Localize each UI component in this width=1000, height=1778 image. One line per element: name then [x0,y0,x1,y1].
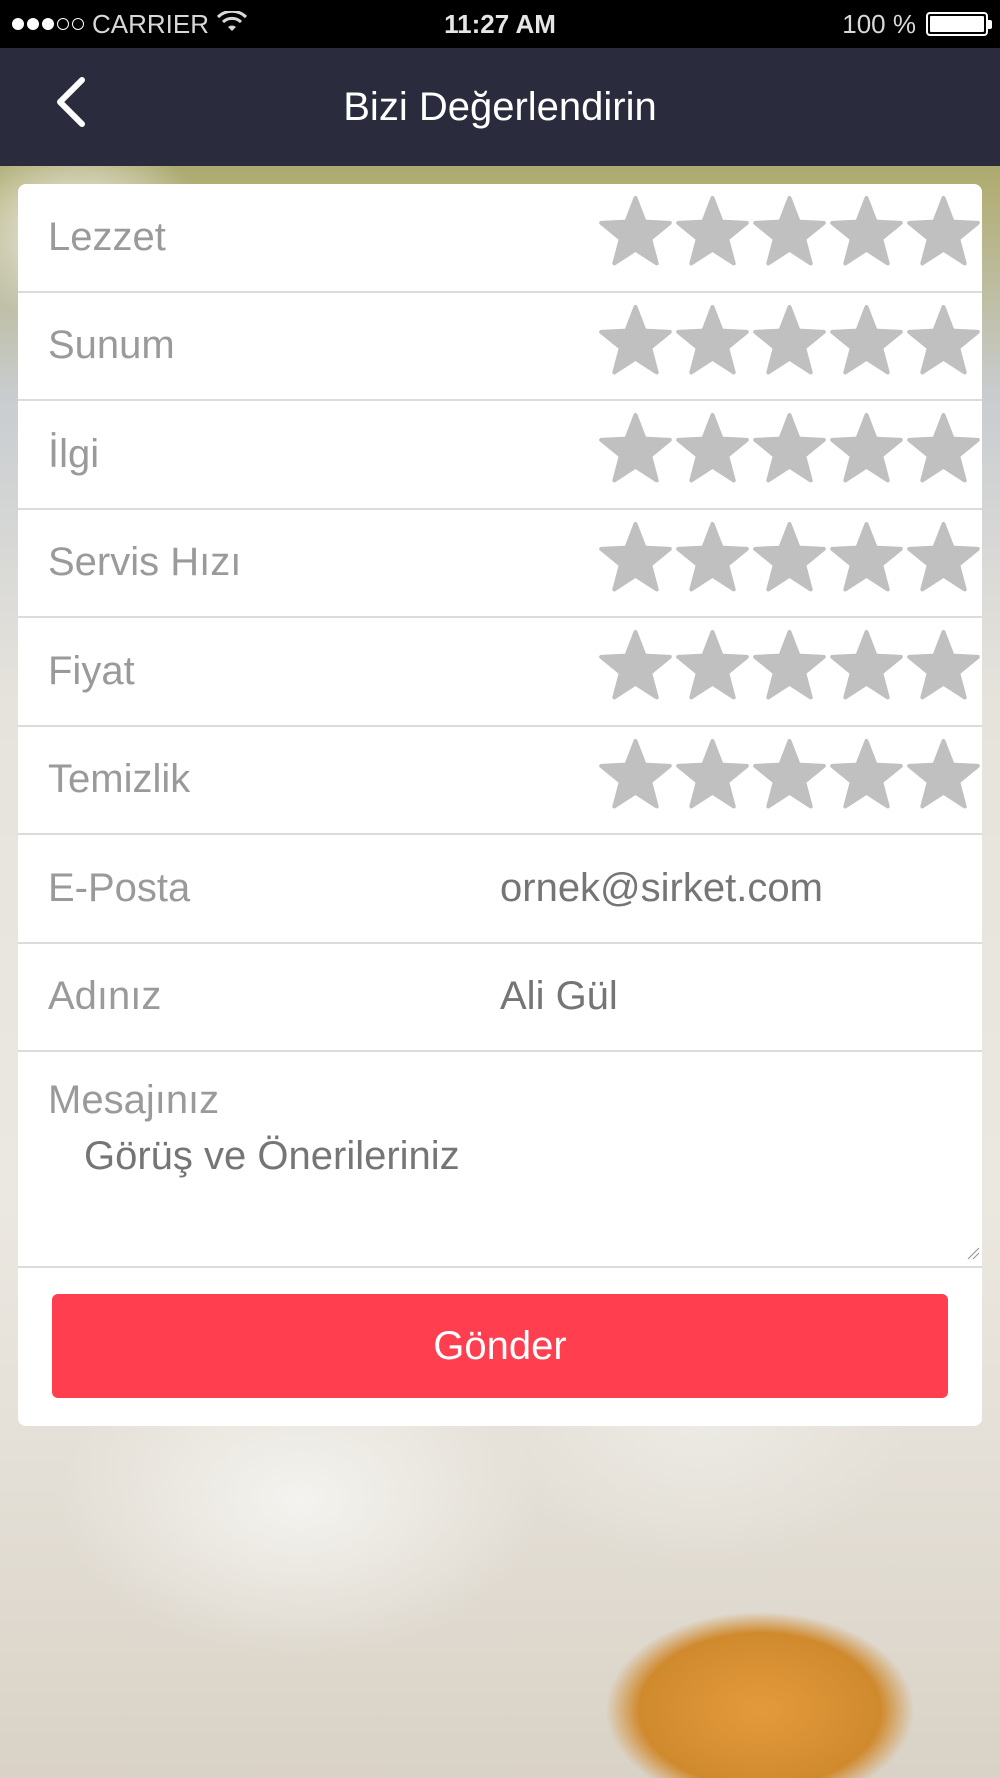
star-icon[interactable] [674,411,751,488]
star-rating [597,303,982,380]
battery-icon [926,12,992,36]
submit-area: Gönder [18,1268,982,1398]
carrier-label: CARRIER [92,8,210,39]
star-icon[interactable] [751,303,828,380]
star-rating [597,520,982,597]
nav-bar: Bizi Değerlendirin [0,48,1000,166]
star-icon[interactable] [828,194,905,271]
star-icon[interactable] [828,520,905,597]
rating-row: Lezzet [18,184,982,293]
back-button[interactable] [40,72,100,132]
star-icon[interactable] [751,628,828,705]
email-field[interactable] [500,865,960,911]
battery-fill [930,16,984,32]
star-icon[interactable] [905,194,982,271]
star-icon[interactable] [905,411,982,488]
signal-icon [12,18,84,30]
signal-dot [42,18,54,30]
rating-row: Temizlik [18,727,982,835]
status-time: 11:27 AM [444,8,556,39]
rating-label: Servis Hızı [48,540,242,585]
rating-row: İlgi [18,401,982,510]
star-icon[interactable] [828,303,905,380]
star-icon[interactable] [674,737,751,814]
message-row: Mesajınız [18,1052,982,1268]
star-icon[interactable] [828,411,905,488]
battery-percent: 100 % [842,8,916,39]
status-bar: CARRIER 11:27 AM 100 % [0,0,1000,48]
email-row: E-Posta [18,835,982,944]
signal-dot [57,18,69,30]
status-left: CARRIER [12,8,248,40]
name-row: Adınız [18,944,982,1052]
signal-dot [72,18,84,30]
rating-label: İlgi [48,431,100,476]
rating-row: Sunum [18,293,982,401]
rating-list: Lezzet Sunum İlgi Servis Hızı Fiyat Temizlik [18,184,982,835]
rating-label: Temizlik [48,757,191,802]
wifi-icon [216,9,248,40]
rating-row: Fiyat [18,618,982,727]
star-icon[interactable] [828,737,905,814]
star-icon[interactable] [597,520,674,597]
resize-handle-icon[interactable] [966,1246,980,1260]
rating-label: Sunum [48,323,175,368]
name-field[interactable] [500,974,960,1020]
rating-label: Fiyat [48,648,135,693]
page-title: Bizi Değerlendirin [343,84,657,129]
rating-label: Lezzet [48,214,166,259]
signal-dot [27,18,39,30]
star-rating [597,737,982,814]
star-rating [597,628,982,705]
star-icon[interactable] [597,303,674,380]
star-icon[interactable] [751,737,828,814]
star-icon[interactable] [751,411,828,488]
star-icon[interactable] [674,520,751,597]
star-icon[interactable] [597,194,674,271]
star-icon[interactable] [751,520,828,597]
star-rating [597,411,982,488]
status-right: 100 % [842,8,992,40]
star-icon[interactable] [597,737,674,814]
star-rating [597,194,982,271]
submit-button[interactable]: Gönder [52,1294,948,1398]
chevron-left-icon [57,77,85,127]
rating-row: Servis Hızı [18,510,982,618]
star-icon[interactable] [828,628,905,705]
rating-form-card: Lezzet Sunum İlgi Servis Hızı Fiyat Temizlik … [18,184,982,1426]
star-icon[interactable] [905,303,982,380]
message-label: Mesajınız [48,1078,220,1122]
name-label: Adınız [48,974,162,1019]
star-icon[interactable] [597,628,674,705]
star-icon[interactable] [674,194,751,271]
star-icon[interactable] [905,737,982,814]
star-icon[interactable] [905,628,982,705]
star-icon[interactable] [905,520,982,597]
signal-dot [12,18,24,30]
star-icon[interactable] [751,194,828,271]
star-icon[interactable] [674,303,751,380]
star-icon[interactable] [674,628,751,705]
message-textarea[interactable] [48,1134,978,1254]
email-label: E-Posta [48,865,191,910]
star-icon[interactable] [597,411,674,488]
